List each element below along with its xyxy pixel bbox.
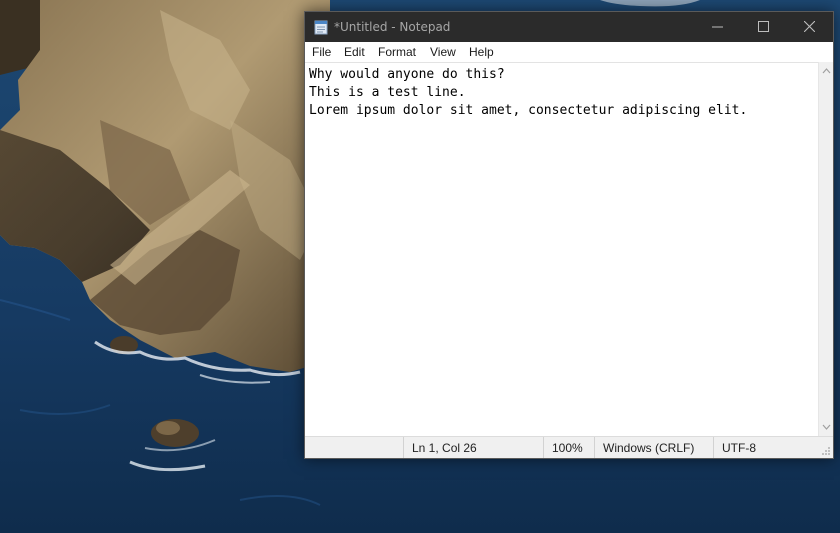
editor-line: This is a test line. (309, 85, 466, 100)
text-editor[interactable]: Why would anyone do this? This is a test… (305, 62, 818, 436)
menu-bar: File Edit Format View Help (305, 42, 833, 62)
status-zoom: 100% (543, 437, 594, 458)
maximize-icon (758, 21, 769, 32)
close-icon (804, 21, 815, 32)
menu-help[interactable]: Help (469, 45, 494, 59)
scroll-down-icon[interactable] (822, 423, 831, 431)
menu-format[interactable]: Format (378, 45, 416, 59)
editor-line: Lorem ipsum dolor sit amet, consectetur … (309, 103, 748, 118)
menu-edit[interactable]: Edit (344, 45, 365, 59)
menu-file[interactable]: File (312, 45, 331, 59)
maximize-button[interactable] (741, 12, 787, 42)
resize-grip-icon[interactable] (821, 446, 831, 456)
status-bar: Ln 1, Col 26 100% Windows (CRLF) UTF-8 (305, 436, 833, 458)
minimize-button[interactable] (695, 12, 741, 42)
editor-line: Why would anyone do this? (309, 67, 505, 82)
status-encoding: UTF-8 (713, 437, 834, 458)
minimize-icon (712, 26, 723, 28)
scroll-up-icon[interactable] (822, 67, 831, 75)
close-button[interactable] (787, 12, 833, 42)
status-position: Ln 1, Col 26 (403, 437, 543, 458)
title-bar[interactable]: *Untitled - Notepad (305, 12, 833, 42)
notepad-window[interactable]: *Untitled - Notepad File Edit Format Vie… (304, 11, 834, 459)
window-title: *Untitled - Notepad (334, 20, 451, 34)
notepad-icon[interactable] (313, 19, 329, 35)
menu-view[interactable]: View (430, 45, 456, 59)
vertical-scrollbar[interactable] (818, 62, 833, 436)
status-line-endings: Windows (CRLF) (594, 437, 713, 458)
